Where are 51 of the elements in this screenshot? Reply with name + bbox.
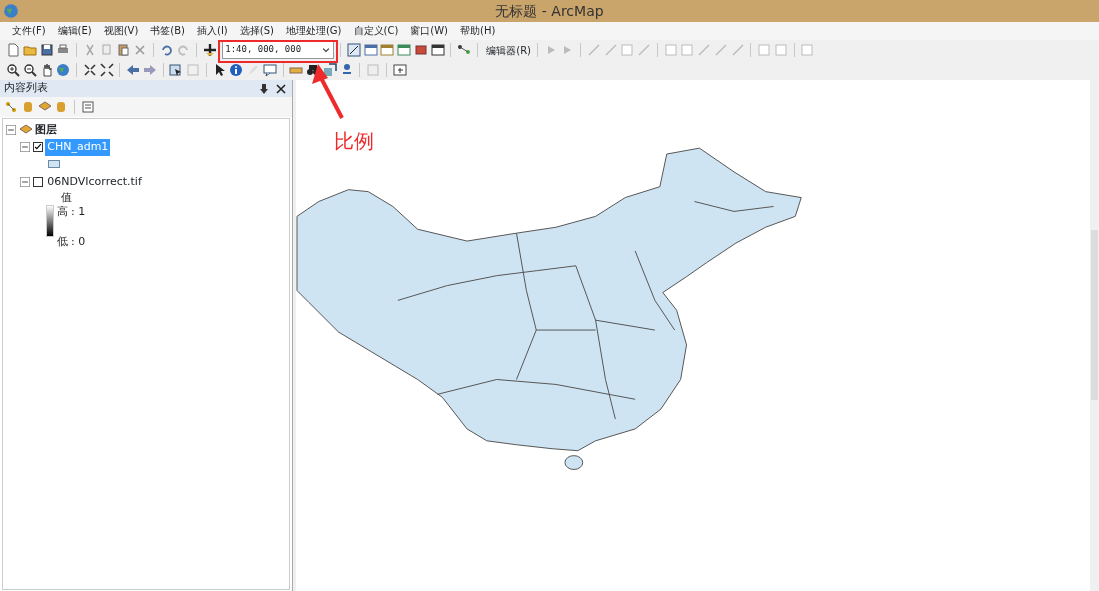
save-icon[interactable] [39,43,54,57]
new-document-icon[interactable] [6,43,20,57]
check-icon [33,143,42,152]
menu-item[interactable]: 窗口(W) [404,22,454,40]
window-title: 无标题 - ArcMap [495,1,604,21]
panel-title: 内容列表 [4,80,48,97]
caret-icon[interactable] [321,45,332,55]
tree-item[interactable]: 图层 [35,122,58,139]
window-icon[interactable] [430,43,445,57]
undo-icon[interactable] [159,43,174,57]
menu-item[interactable]: 文件(F) [6,22,52,40]
expand-toggle-icon[interactable] [19,177,30,188]
delete-icon[interactable] [133,43,147,57]
back-arrow-icon[interactable] [126,63,140,77]
zoom-out-icon[interactable] [22,63,37,77]
viewer-icon[interactable] [392,63,407,77]
arrow-icon [312,64,344,119]
menu-item[interactable]: 插入(I) [191,22,234,40]
network-icon[interactable] [457,43,471,57]
checkbox[interactable] [32,177,43,188]
select-features-icon[interactable] [169,63,184,77]
layer-name[interactable]: 06NDVIcorrect.tif [45,174,144,191]
info-icon[interactable] [229,63,244,77]
expand-toggle-icon[interactable] [19,142,30,153]
menu-item[interactable]: 选择(S) [233,22,280,40]
menu-item[interactable]: 帮助(H) [454,22,502,40]
menu-item[interactable]: 书签(B) [144,22,191,40]
legend-label: 高 : 1 [56,204,86,219]
zoom-in-icon[interactable] [6,63,20,77]
zoom-out-arrows-icon[interactable] [99,63,114,77]
menu-item[interactable]: 自定义(C) [347,22,405,40]
expand-toggle-icon[interactable] [5,125,16,136]
options-icon[interactable] [80,100,95,114]
color-ramp [45,204,54,237]
legend-label: 低 : 0 [56,234,86,249]
editor-menu[interactable]: 编辑器(R) [486,42,531,58]
zoom-in-arrows-icon[interactable] [82,63,97,77]
annotation-label: 比例 [334,128,374,155]
legend-swatch [47,159,60,168]
scrollbar[interactable] [1090,80,1099,591]
menu-item[interactable]: 编辑(E) [51,22,98,40]
menu-item[interactable]: 视图(V) [97,22,145,40]
forward-arrow-icon[interactable] [142,63,157,77]
add-data-icon[interactable] [202,43,217,57]
close-icon[interactable] [274,81,288,96]
tooltip-icon[interactable] [262,63,277,77]
globe-icon[interactable] [56,63,71,77]
paste-icon[interactable] [116,43,131,57]
menu-item[interactable]: 地理处理(G) [279,22,348,40]
checkbox[interactable] [32,142,43,153]
legend-title: 值 [59,190,73,205]
